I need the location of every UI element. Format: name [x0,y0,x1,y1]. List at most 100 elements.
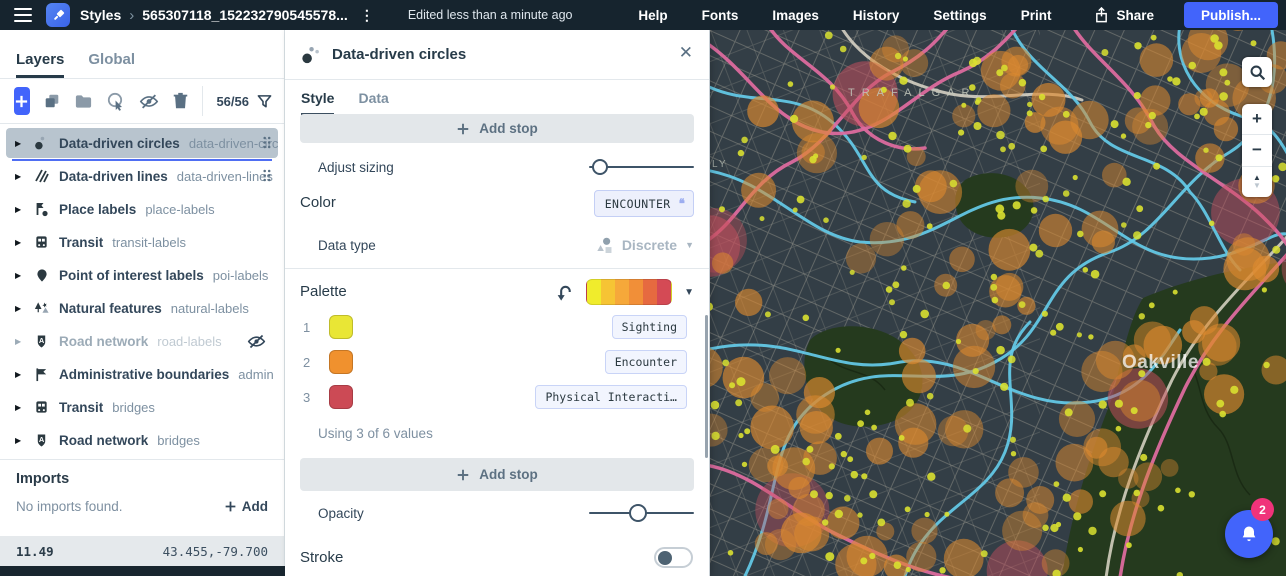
stop-value-badge[interactable]: Sighting [612,315,687,339]
transit-icon [33,234,50,251]
topnav-settings[interactable]: Settings [916,8,1003,23]
panel-scrollbar[interactable] [705,315,708,458]
expand-caret-icon[interactable]: ▶ [15,271,24,280]
palette-gradient-swatch[interactable] [586,279,672,305]
road-icon: A [33,432,50,449]
breadcrumb-styles[interactable]: Styles [80,7,121,23]
layer-row-place-labels[interactable]: ▶Place labelsplace-labels [6,194,278,224]
admin-icon [33,366,50,383]
divider [285,268,709,269]
tab-layers[interactable]: Layers [16,51,64,78]
map-zoom-controls: + − ▲ ▼ [1242,104,1272,197]
expand-caret-icon[interactable]: ▶ [15,436,24,445]
mapbox-studio-logo[interactable] [46,3,70,27]
add-import-label: Add [242,499,268,514]
layer-row-bridges[interactable]: ▶ARoad networkbridges [6,425,278,455]
expand-caret-icon[interactable]: ▶ [15,304,24,313]
expand-caret-icon[interactable]: ▶ [15,337,24,346]
stop-color-swatch[interactable] [329,385,353,409]
expand-caret-icon[interactable]: ▶ [15,172,24,181]
opacity-slider[interactable] [589,504,694,522]
close-panel-icon[interactable]: ✕ [679,43,693,63]
group-layers-folder-icon[interactable] [74,91,93,111]
breadcrumb-style-name: 565307118_152232790545578... [142,7,348,23]
edited-status: Edited less than a minute ago [408,8,573,22]
topnav-print[interactable]: Print [1004,8,1069,23]
stop-color-swatch[interactable] [329,350,353,374]
expand-caret-icon[interactable]: ▶ [15,403,24,412]
slider-handle[interactable] [592,159,608,175]
style-menu-kebab-icon[interactable]: ⋮ [358,7,376,24]
data-type-select[interactable]: Discrete ▼ [595,236,694,255]
color-section-title: Color [300,194,336,211]
layer-row-bridges[interactable]: ▶Transitbridges [6,392,278,422]
expand-caret-icon[interactable]: ▶ [15,139,24,148]
add-stop-label: Add stop [479,121,538,136]
circles-icon [33,135,50,152]
delete-layer-trash-icon[interactable] [172,91,189,111]
tab-data[interactable]: Data [358,90,388,116]
tab-global[interactable]: Global [88,51,135,78]
add-layer-button[interactable] [14,87,30,115]
data-shapes-icon [595,236,614,255]
palette-stop-row: 2Encounter [300,350,687,374]
reverse-palette-icon[interactable] [555,283,574,302]
map-canvas[interactable]: LY TRAFALGAR Oakville + − ▲ ▼ 2 [710,30,1286,576]
layer-counter: 56/56 [216,94,249,109]
bell-icon [1239,524,1259,544]
palette-dropdown-icon[interactable]: ▼ [684,287,694,298]
add-stop-label: Add stop [479,467,538,482]
filter-layers-icon[interactable] [257,94,272,109]
eye-off-icon[interactable] [139,91,159,111]
slider-handle[interactable] [629,504,647,522]
circles-layer-icon [301,45,321,65]
map-search-button[interactable] [1242,57,1272,87]
topnav-fonts[interactable]: Fonts [685,8,756,23]
zoom-out-button[interactable]: − [1242,134,1272,165]
stop-value-badge[interactable]: Encounter [605,350,687,374]
layer-id: poi-labels [213,268,269,283]
road-icon: A [33,333,50,350]
add-stop-button-top[interactable]: Add stop [300,114,694,143]
layer-row-data-driven-circles[interactable]: ▶Data-driven circlesdata-driven-circles [6,128,278,158]
expand-caret-icon[interactable]: ▶ [15,238,24,247]
pitch-bearing-button[interactable]: ▲ ▼ [1242,166,1272,197]
stop-color-swatch[interactable] [329,315,353,339]
palette-stop-row: 3Physical Interacti… [300,385,687,409]
publish-button[interactable]: Publish... [1184,2,1278,28]
layer-row-data-driven-lines[interactable]: ▶Data-driven linesdata-driven-lines [6,161,278,191]
stroke-toggle[interactable] [654,547,693,568]
topnav-images[interactable]: Images [755,8,836,23]
share-button[interactable]: Share [1068,7,1170,23]
adjust-sizing-slider[interactable] [589,158,694,176]
layer-id: place-labels [145,202,214,217]
layer-row-admin[interactable]: ▶Administrative boundariesadmin [6,359,278,389]
lines-icon [33,168,50,185]
layer-hidden-eye-off-icon[interactable] [247,332,266,356]
expand-caret-icon[interactable]: ▶ [15,205,24,214]
stop-value-badge[interactable]: Physical Interacti… [535,385,687,409]
layer-id: admin [238,367,273,382]
layer-row-transit-labels[interactable]: ▶Transittransit-labels [6,227,278,257]
stroke-section-title: Stroke [300,549,343,566]
color-field-badge[interactable]: ENCOUNTER ❛❛ [594,190,694,217]
expand-caret-icon[interactable]: ▶ [15,370,24,379]
duplicate-layer-icon[interactable] [43,91,61,111]
drag-handle-icon[interactable] [262,168,271,188]
layer-row-natural-labels[interactable]: ▶Natural featuresnatural-labels [6,293,278,323]
select-data-icon[interactable] [106,91,126,111]
plus-icon [224,500,237,513]
tab-style[interactable]: Style [301,90,334,116]
zoom-in-button[interactable]: + [1242,104,1272,134]
topnav-help[interactable]: Help [621,8,684,23]
poi-icon [33,267,50,284]
style-pen-icon [50,7,67,24]
natural-icon [33,300,50,317]
add-stop-button-bottom[interactable]: Add stop [300,458,694,491]
layer-row-poi-labels[interactable]: ▶Point of interest labelspoi-labels [6,260,278,290]
topnav-history[interactable]: History [836,8,917,23]
drag-handle-icon[interactable] [262,135,271,155]
hamburger-menu-icon[interactable] [14,8,32,22]
add-import-button[interactable]: Add [224,499,268,514]
layer-row-road-labels[interactable]: ▶ARoad networkroad-labels [6,326,278,356]
